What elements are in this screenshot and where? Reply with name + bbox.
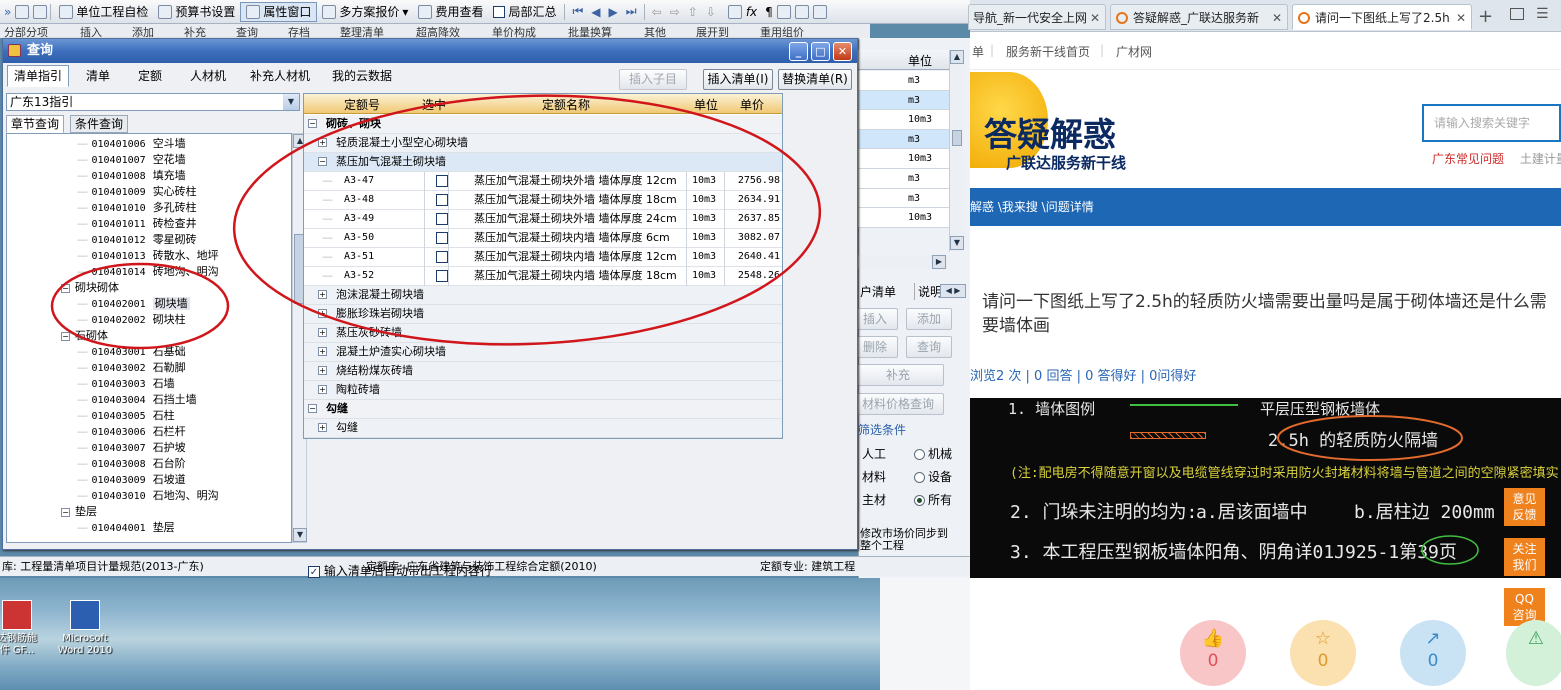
browser-tab-answers[interactable]: 答疑解惑_广联达服务新 ✕ [1110, 4, 1288, 30]
share-count: 0 [1427, 651, 1439, 671]
share-icon: ↗ [1425, 628, 1441, 649]
browser-tab-question[interactable]: 请问一下图纸上写了2.5h ✕ [1292, 4, 1472, 30]
browser-tab-nav[interactable]: 导航_新一代安全上网 ✕ [968, 4, 1106, 30]
browser-tab-strip: 导航_新一代安全上网 ✕ 答疑解惑_广联达服务新 ✕ 请问一下图纸上写了2.5h ✕ … [968, 0, 1561, 32]
follow-us-button[interactable]: 关注 我们 [1504, 538, 1545, 576]
drawing-annotation [1277, 415, 1479, 565]
site-logo[interactable]: 答疑解惑 [984, 108, 1116, 156]
hot-link-guangdong[interactable]: 广东常见问题 [1432, 152, 1504, 166]
nav-divider: | [990, 43, 995, 57]
annotation-ellipse-tree [50, 262, 230, 350]
hot-links: 广东常见问题 土建计量 [1432, 150, 1561, 167]
report-button[interactable]: ⚠ [1506, 620, 1561, 686]
star-icon: ☆ [1314, 628, 1332, 649]
new-tab-icon[interactable]: + [1478, 6, 1493, 27]
site-logo-subtitle: 广联达服务新干线 [1006, 154, 1127, 172]
app-icon [2, 600, 32, 630]
thumbs-up-icon: 👍 [1201, 628, 1225, 649]
feedback-button[interactable]: 意见 反馈 [1504, 488, 1545, 526]
browser-favicon-icon [1116, 12, 1128, 24]
browser-tab-label: 导航_新一代安全上网 [973, 11, 1088, 25]
like-button[interactable]: 👍 0 [1180, 620, 1246, 686]
close-icon[interactable]: ✕ [1090, 5, 1100, 29]
desktop-icon-gfy[interactable]: 达钢筋施 件 GF... [0, 600, 52, 657]
browser-tab-label: 答疑解惑_广联达服务新 [1133, 11, 1260, 25]
drawing-annotation-ellipse [1421, 535, 1479, 565]
nav-link-partial[interactable]: 单 [972, 43, 984, 60]
browser-window: 导航_新一代安全上网 ✕ 答疑解惑_广联达服务新 ✕ 请问一下图纸上写了2.5h ✕ … [968, 0, 1561, 690]
warning-icon: ⚠ [1527, 628, 1545, 649]
menu-icon[interactable]: ☰ [1536, 6, 1549, 22]
site-top-nav: 单 | 服务新干线首页 | 广材网 [970, 32, 1561, 70]
browser-tab-label: 请问一下图纸上写了2.5h [1315, 11, 1450, 25]
restore-window-icon[interactable] [1510, 8, 1524, 20]
question-drawing-image[interactable]: 1. 墙体图例 平层压型钢板墙体 2.5h 的轻质防火隔墙 (注:配电房不得随意… [970, 398, 1561, 578]
favorite-button[interactable]: ☆ 0 [1290, 620, 1356, 686]
annotation-overlay [50, 94, 822, 350]
like-count: 0 [1207, 651, 1219, 671]
browser-favicon-icon [1298, 12, 1310, 24]
nav-link-home[interactable]: 服务新干线首页 [1006, 43, 1090, 60]
share-button[interactable]: ↗ 0 [1400, 620, 1466, 686]
desktop-gap [880, 578, 970, 690]
hot-link-civil[interactable]: 土建计量 [1520, 152, 1561, 166]
question-stats: 浏览2 次 | 0 回答 | 0 答得好 | 0问得好 [970, 369, 1197, 384]
desktop-icon-label: 达钢筋施 件 GF... [0, 633, 37, 656]
close-icon[interactable]: ✕ [1456, 5, 1466, 29]
search-input[interactable]: 请输入搜索关键字 [1422, 104, 1561, 142]
close-icon[interactable]: ✕ [1272, 5, 1282, 29]
annotation-ellipse-grid [232, 94, 822, 346]
desktop-icon-word[interactable]: Microsoft Word 2010 [50, 600, 120, 657]
favorite-count: 0 [1317, 651, 1329, 671]
drawing-annotation-ellipse [1277, 415, 1463, 461]
word-icon [70, 600, 100, 630]
desktop-icon-label: Microsoft Word 2010 [57, 633, 113, 656]
question-title: 请问一下图纸上写了2.5h的轻质防火墙需要出量吗是属于砌体墙还是什么需要墙体画 [982, 292, 1547, 336]
breadcrumb-bar: 解惑 \我来搜 \问题详情 [970, 188, 1561, 226]
nav-divider: | [1100, 43, 1105, 57]
breadcrumb[interactable]: 解惑 \我来搜 \问题详情 [970, 200, 1094, 214]
desktop: 达钢筋施 件 GF... Microsoft Word 2010 [0, 578, 880, 690]
nav-link-material-site[interactable]: 广材网 [1116, 43, 1152, 60]
